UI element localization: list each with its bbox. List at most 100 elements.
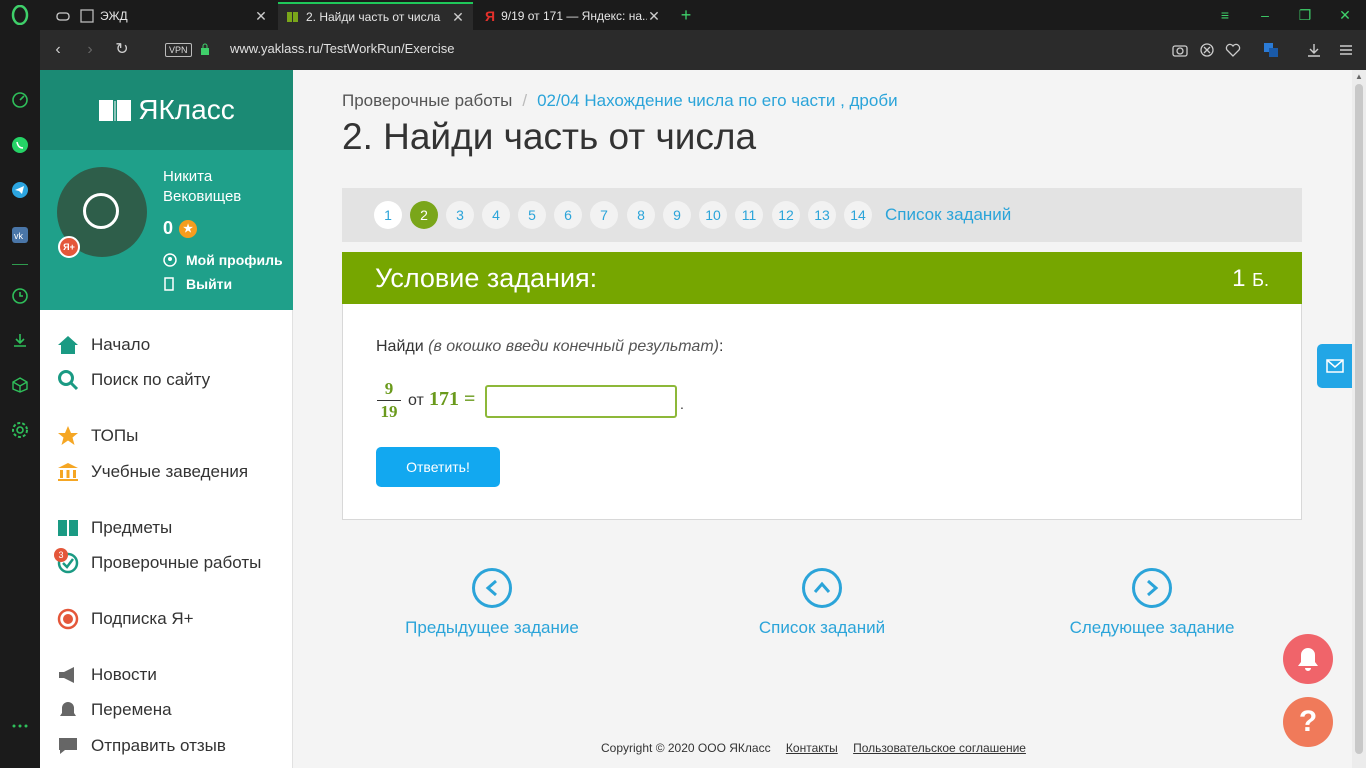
menu-subjects[interactable]: Предметы	[57, 515, 172, 541]
page-scrollbar[interactable]: ▲	[1352, 70, 1366, 768]
page-5[interactable]: 5	[518, 201, 546, 229]
question-icon: ?	[1298, 705, 1318, 738]
whatsapp-icon[interactable]	[10, 135, 30, 155]
close-tab-icon[interactable]: ✕	[647, 8, 661, 25]
menu-label: Перемена	[91, 700, 172, 719]
task-list-link[interactable]: Список заданий	[885, 205, 1011, 225]
page-6[interactable]: 6	[554, 201, 582, 229]
tab-yaklass[interactable]: 2. Найди часть от числа ✕	[278, 2, 473, 30]
ya-plus-badge: Я+	[58, 236, 80, 258]
page-7[interactable]: 7	[590, 201, 618, 229]
answer-input[interactable]	[485, 385, 677, 418]
browser-side-rail: vk	[0, 0, 40, 768]
menu-subscription[interactable]: Подписка Я+	[57, 606, 194, 632]
megaphone-icon	[57, 664, 79, 686]
menu-tests[interactable]: Проверочные работы	[57, 550, 261, 576]
next-task-link[interactable]: Следующее задание	[1052, 568, 1252, 638]
mail-feedback-tab[interactable]	[1317, 344, 1352, 388]
page-4[interactable]: 4	[482, 201, 510, 229]
easy-setup-icon[interactable]	[1337, 41, 1355, 59]
close-tab-icon[interactable]: ✕	[254, 8, 268, 25]
maximize-icon[interactable]: ❐	[1296, 6, 1314, 24]
telegram-icon[interactable]	[10, 180, 30, 200]
breadcrumb-current[interactable]: 02/04 Нахождение числа по его части , др…	[537, 91, 898, 110]
agreement-link[interactable]: Пользовательское соглашение	[853, 741, 1026, 755]
submit-button[interactable]: Ответить!	[376, 447, 500, 487]
page-10[interactable]: 10	[699, 201, 727, 229]
adblock-icon[interactable]	[1198, 41, 1216, 59]
tab-yandex[interactable]: Я 9/19 от 171 — Яндекс: на... ✕	[477, 2, 669, 30]
url-field[interactable]: www.yaklass.ru/TestWorkRun/Exercise	[230, 41, 454, 56]
downloads-icon[interactable]	[10, 330, 30, 350]
tab-bar: ЭЖД ✕ 2. Найди часть от числа ✕ Я 9/19 о…	[40, 0, 1366, 30]
logo[interactable]: ЯКласс	[40, 70, 293, 150]
menu-news[interactable]: Новости	[57, 662, 157, 688]
vpn-badge[interactable]: VPN	[165, 43, 192, 57]
instruction-italic: (в окошко введи конечный результат)	[428, 338, 719, 355]
page-8[interactable]: 8	[627, 201, 655, 229]
heart-icon[interactable]	[1224, 41, 1242, 59]
menu-label: Поиск по сайту	[91, 370, 211, 389]
camera-icon[interactable]	[1171, 41, 1189, 59]
close-window-icon[interactable]: ✕	[1336, 6, 1354, 24]
page-14[interactable]: 14	[844, 201, 872, 229]
close-tab-icon[interactable]: ✕	[451, 9, 465, 26]
vk-icon[interactable]: vk	[10, 225, 30, 245]
menu-schools[interactable]: Учебные заведения	[57, 459, 248, 485]
scrollbar-thumb[interactable]	[1355, 84, 1363, 754]
yandex-favicon-icon: Я	[485, 8, 496, 24]
of-word: от	[408, 392, 424, 409]
task-list-nav-link[interactable]: Список заданий	[722, 568, 922, 638]
menu-break[interactable]: Перемена	[57, 697, 172, 723]
tab-label: 9/19 от 171 — Яндекс: на...	[501, 9, 647, 23]
my-profile-link[interactable]: Мой профиль	[163, 252, 283, 268]
menu-home[interactable]: Начало	[57, 332, 150, 358]
menu-tops[interactable]: ТОПы	[57, 423, 138, 449]
home-icon	[57, 334, 79, 356]
back-icon[interactable]: ‹	[48, 40, 68, 60]
fraction: 9 19	[377, 379, 401, 422]
lock-icon[interactable]	[200, 43, 210, 55]
contacts-link[interactable]: Контакты	[786, 741, 838, 755]
tab-label: 2. Найди часть от числа	[306, 10, 441, 24]
menu-search[interactable]: Поиск по сайту	[57, 367, 210, 393]
instruction-prefix: Найди	[376, 338, 429, 355]
page-2[interactable]: 2	[410, 201, 438, 229]
reload-icon[interactable]: ↻	[112, 40, 132, 60]
instruction-suffix: :	[718, 338, 724, 355]
history-icon[interactable]	[10, 286, 30, 306]
user-name[interactable]: Никита Вековищев	[163, 167, 283, 207]
page-3[interactable]: 3	[446, 201, 474, 229]
minimize-icon[interactable]: –	[1256, 6, 1274, 24]
page-1[interactable]: 1	[374, 201, 402, 229]
settings-icon[interactable]	[10, 420, 30, 440]
breadcrumb-root[interactable]: Проверочные работы	[342, 91, 512, 110]
page-13[interactable]: 13	[808, 201, 836, 229]
menu-feedback[interactable]: Отправить отзыв	[57, 733, 226, 759]
opera-logo-icon[interactable]	[10, 5, 30, 25]
forward-icon[interactable]: ›	[80, 40, 100, 60]
prev-task-link[interactable]: Предыдущее задание	[392, 568, 592, 638]
menu-label: Проверочные работы	[91, 553, 262, 572]
page-12[interactable]: 12	[772, 201, 800, 229]
more-icon[interactable]	[10, 716, 30, 736]
notifications-button[interactable]	[1283, 634, 1333, 684]
ya-plus-icon	[57, 608, 79, 630]
tab-ezd[interactable]: ЭЖД ✕	[48, 2, 276, 30]
translate-icon[interactable]	[1262, 41, 1280, 59]
logout-link[interactable]: Выйти	[163, 276, 232, 292]
task-header: Условие задания: 1 Б.	[342, 252, 1302, 304]
scroll-up-icon[interactable]: ▲	[1355, 72, 1363, 81]
page-9[interactable]: 9	[663, 201, 691, 229]
extensions-icon[interactable]	[10, 375, 30, 395]
bell-icon	[57, 699, 79, 721]
tab-menu-icon[interactable]: ≡	[1216, 6, 1234, 24]
page-11[interactable]: 11	[735, 201, 763, 229]
new-tab-icon[interactable]: +	[677, 6, 695, 24]
task-list-nav-label: Список заданий	[758, 618, 886, 637]
download-icon[interactable]	[1305, 41, 1323, 59]
help-button[interactable]: ?	[1283, 697, 1333, 747]
page-title: 2. Найди часть от числа	[342, 116, 757, 157]
speed-dial-icon[interactable]	[10, 90, 30, 110]
profile-panel: Я+ Никита Вековищев 0 ★ Мой профиль Выйт…	[40, 150, 293, 310]
